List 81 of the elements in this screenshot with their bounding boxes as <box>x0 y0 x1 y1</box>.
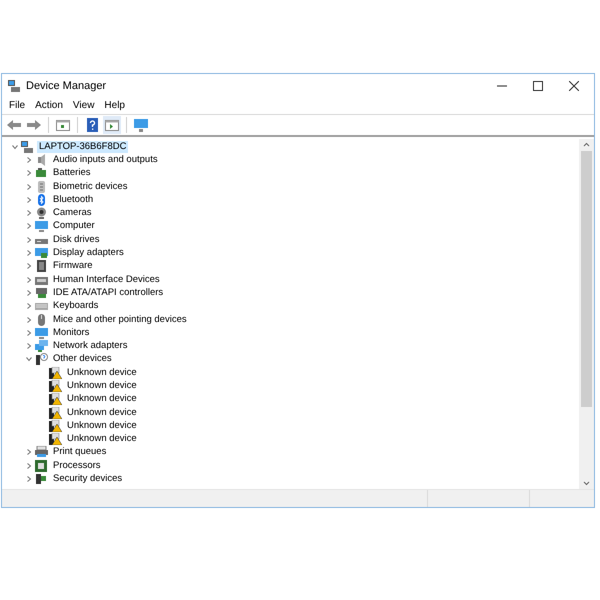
tree-item[interactable]: Processors <box>51 460 103 472</box>
expand-icon[interactable] <box>26 250 32 256</box>
expand-icon[interactable] <box>26 184 32 190</box>
expand-icon[interactable] <box>26 223 32 230</box>
expand-icon[interactable] <box>26 170 32 176</box>
tree-item[interactable]: Print queues <box>51 446 108 458</box>
keyboard-icon <box>35 300 48 312</box>
window-title: Device Manager <box>26 80 108 92</box>
tree-item[interactable]: Computer <box>51 220 97 232</box>
action-pane-button[interactable] <box>103 116 121 134</box>
tree-item[interactable]: Audio inputs and outputs <box>51 154 160 166</box>
tree-item[interactable]: Cameras <box>51 207 94 220</box>
tree-item[interactable]: Other devices <box>51 353 114 366</box>
expand-icon[interactable] <box>26 316 32 322</box>
warning-device-icon <box>49 406 62 419</box>
menu-item[interactable]: File <box>4 98 30 114</box>
expand-icon[interactable] <box>26 156 32 163</box>
computer-icon <box>8 80 21 92</box>
maximize-icon <box>533 80 543 90</box>
expand-icon[interactable] <box>26 210 32 216</box>
tree-item[interactable]: Firmware <box>51 260 95 272</box>
expand-icon[interactable] <box>26 303 32 310</box>
expand-icon[interactable] <box>26 290 32 296</box>
monitor-icon <box>35 220 48 232</box>
tree-item[interactable]: Unknown device <box>65 393 139 406</box>
warning-device-icon <box>49 420 62 432</box>
tree-item[interactable]: Monitors <box>51 326 92 339</box>
tree-item[interactable]: Unknown device <box>65 366 139 379</box>
tree-item[interactable]: Bluetooth <box>51 194 96 206</box>
expand-icon[interactable] <box>26 462 32 469</box>
expand-icon[interactable] <box>26 276 32 283</box>
printer-icon <box>35 446 48 458</box>
tree-item[interactable]: Security devices <box>51 473 124 486</box>
menu-item[interactable]: Help <box>99 98 130 114</box>
tree-item[interactable]: Unknown device <box>65 406 139 419</box>
battery-icon <box>35 167 48 180</box>
webcam-icon <box>35 207 48 220</box>
bluetooth-icon <box>35 194 48 206</box>
expand-icon[interactable] <box>26 343 32 350</box>
mouse-icon <box>35 314 48 326</box>
tree-item[interactable]: Display adapters <box>51 247 126 260</box>
tree-item[interactable]: Human Interface Devices <box>51 274 162 286</box>
scan-hardware-button[interactable] <box>132 116 150 134</box>
monitor-icon <box>35 326 48 339</box>
chip-icon <box>35 260 48 272</box>
collapse-icon[interactable] <box>26 356 32 362</box>
fingerprint-icon <box>35 180 48 193</box>
processor-icon <box>35 460 48 472</box>
tree-item[interactable]: LAPTOP-36B6F8DC <box>37 140 128 153</box>
question-device-icon <box>35 353 48 366</box>
speaker-icon <box>35 154 48 166</box>
menu-item[interactable]: View <box>68 98 100 114</box>
expand-icon[interactable] <box>26 476 32 482</box>
scrollbar[interactable] <box>579 139 594 489</box>
security-device-icon <box>35 473 48 486</box>
collapse-icon[interactable] <box>12 144 18 150</box>
warning-device-icon <box>49 393 62 406</box>
tree-item[interactable]: Batteries <box>51 167 92 180</box>
display-adapter-icon <box>35 247 48 260</box>
expand-icon[interactable] <box>26 196 32 203</box>
tree-item[interactable]: IDE ATA/ATAPI controllers <box>51 286 166 299</box>
expand-icon[interactable] <box>26 449 32 456</box>
close-icon <box>569 80 579 90</box>
menu-item[interactable]: Action <box>30 98 68 114</box>
warning-device-icon <box>49 433 62 446</box>
computer-icon <box>21 140 34 153</box>
tree-item[interactable]: Unknown device <box>65 380 139 392</box>
tree-item[interactable]: Network adapters <box>51 340 130 352</box>
expand-icon[interactable] <box>26 263 32 270</box>
tree-item[interactable]: Biometric devices <box>51 180 130 193</box>
expand-icon[interactable] <box>26 236 32 243</box>
tree-item[interactable]: Keyboards <box>51 300 100 312</box>
tree-item[interactable]: Mice and other pointing devices <box>51 314 189 326</box>
tree-item[interactable]: Unknown device <box>65 420 139 432</box>
controller-icon <box>35 286 48 299</box>
network-icon <box>35 340 48 352</box>
warning-device-icon <box>49 366 62 379</box>
tree-item[interactable]: Disk drives <box>51 234 102 246</box>
warning-device-icon <box>49 380 62 392</box>
tree-item[interactable]: Unknown device <box>65 433 139 446</box>
expand-icon[interactable] <box>26 330 32 336</box>
